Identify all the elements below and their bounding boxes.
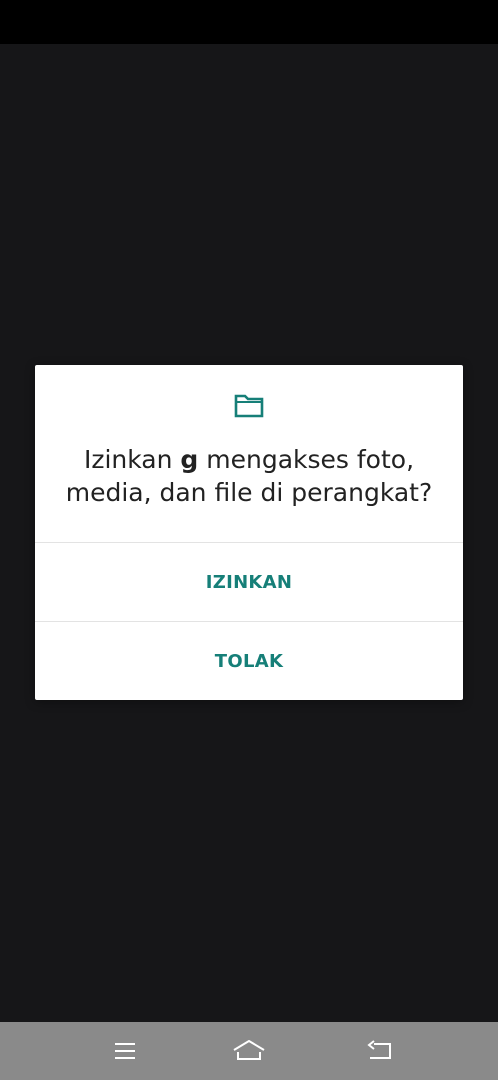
home-icon[interactable] [231, 1036, 267, 1066]
permission-dialog: Izinkan g mengakses foto, media, dan fil… [35, 365, 463, 700]
status-bar [0, 0, 498, 44]
deny-button[interactable]: TOLAK [35, 622, 463, 701]
app-name: g [180, 445, 199, 474]
folder-icon [234, 394, 264, 418]
dialog-title: Izinkan g mengakses foto, media, dan fil… [55, 443, 443, 509]
menu-icon[interactable] [110, 1036, 140, 1066]
navigation-bar [0, 1022, 498, 1080]
title-prefix: Izinkan [83, 445, 181, 474]
back-icon[interactable] [364, 1036, 394, 1066]
allow-button[interactable]: IZINKAN [35, 543, 463, 622]
dialog-header: Izinkan g mengakses foto, media, dan fil… [35, 365, 463, 543]
